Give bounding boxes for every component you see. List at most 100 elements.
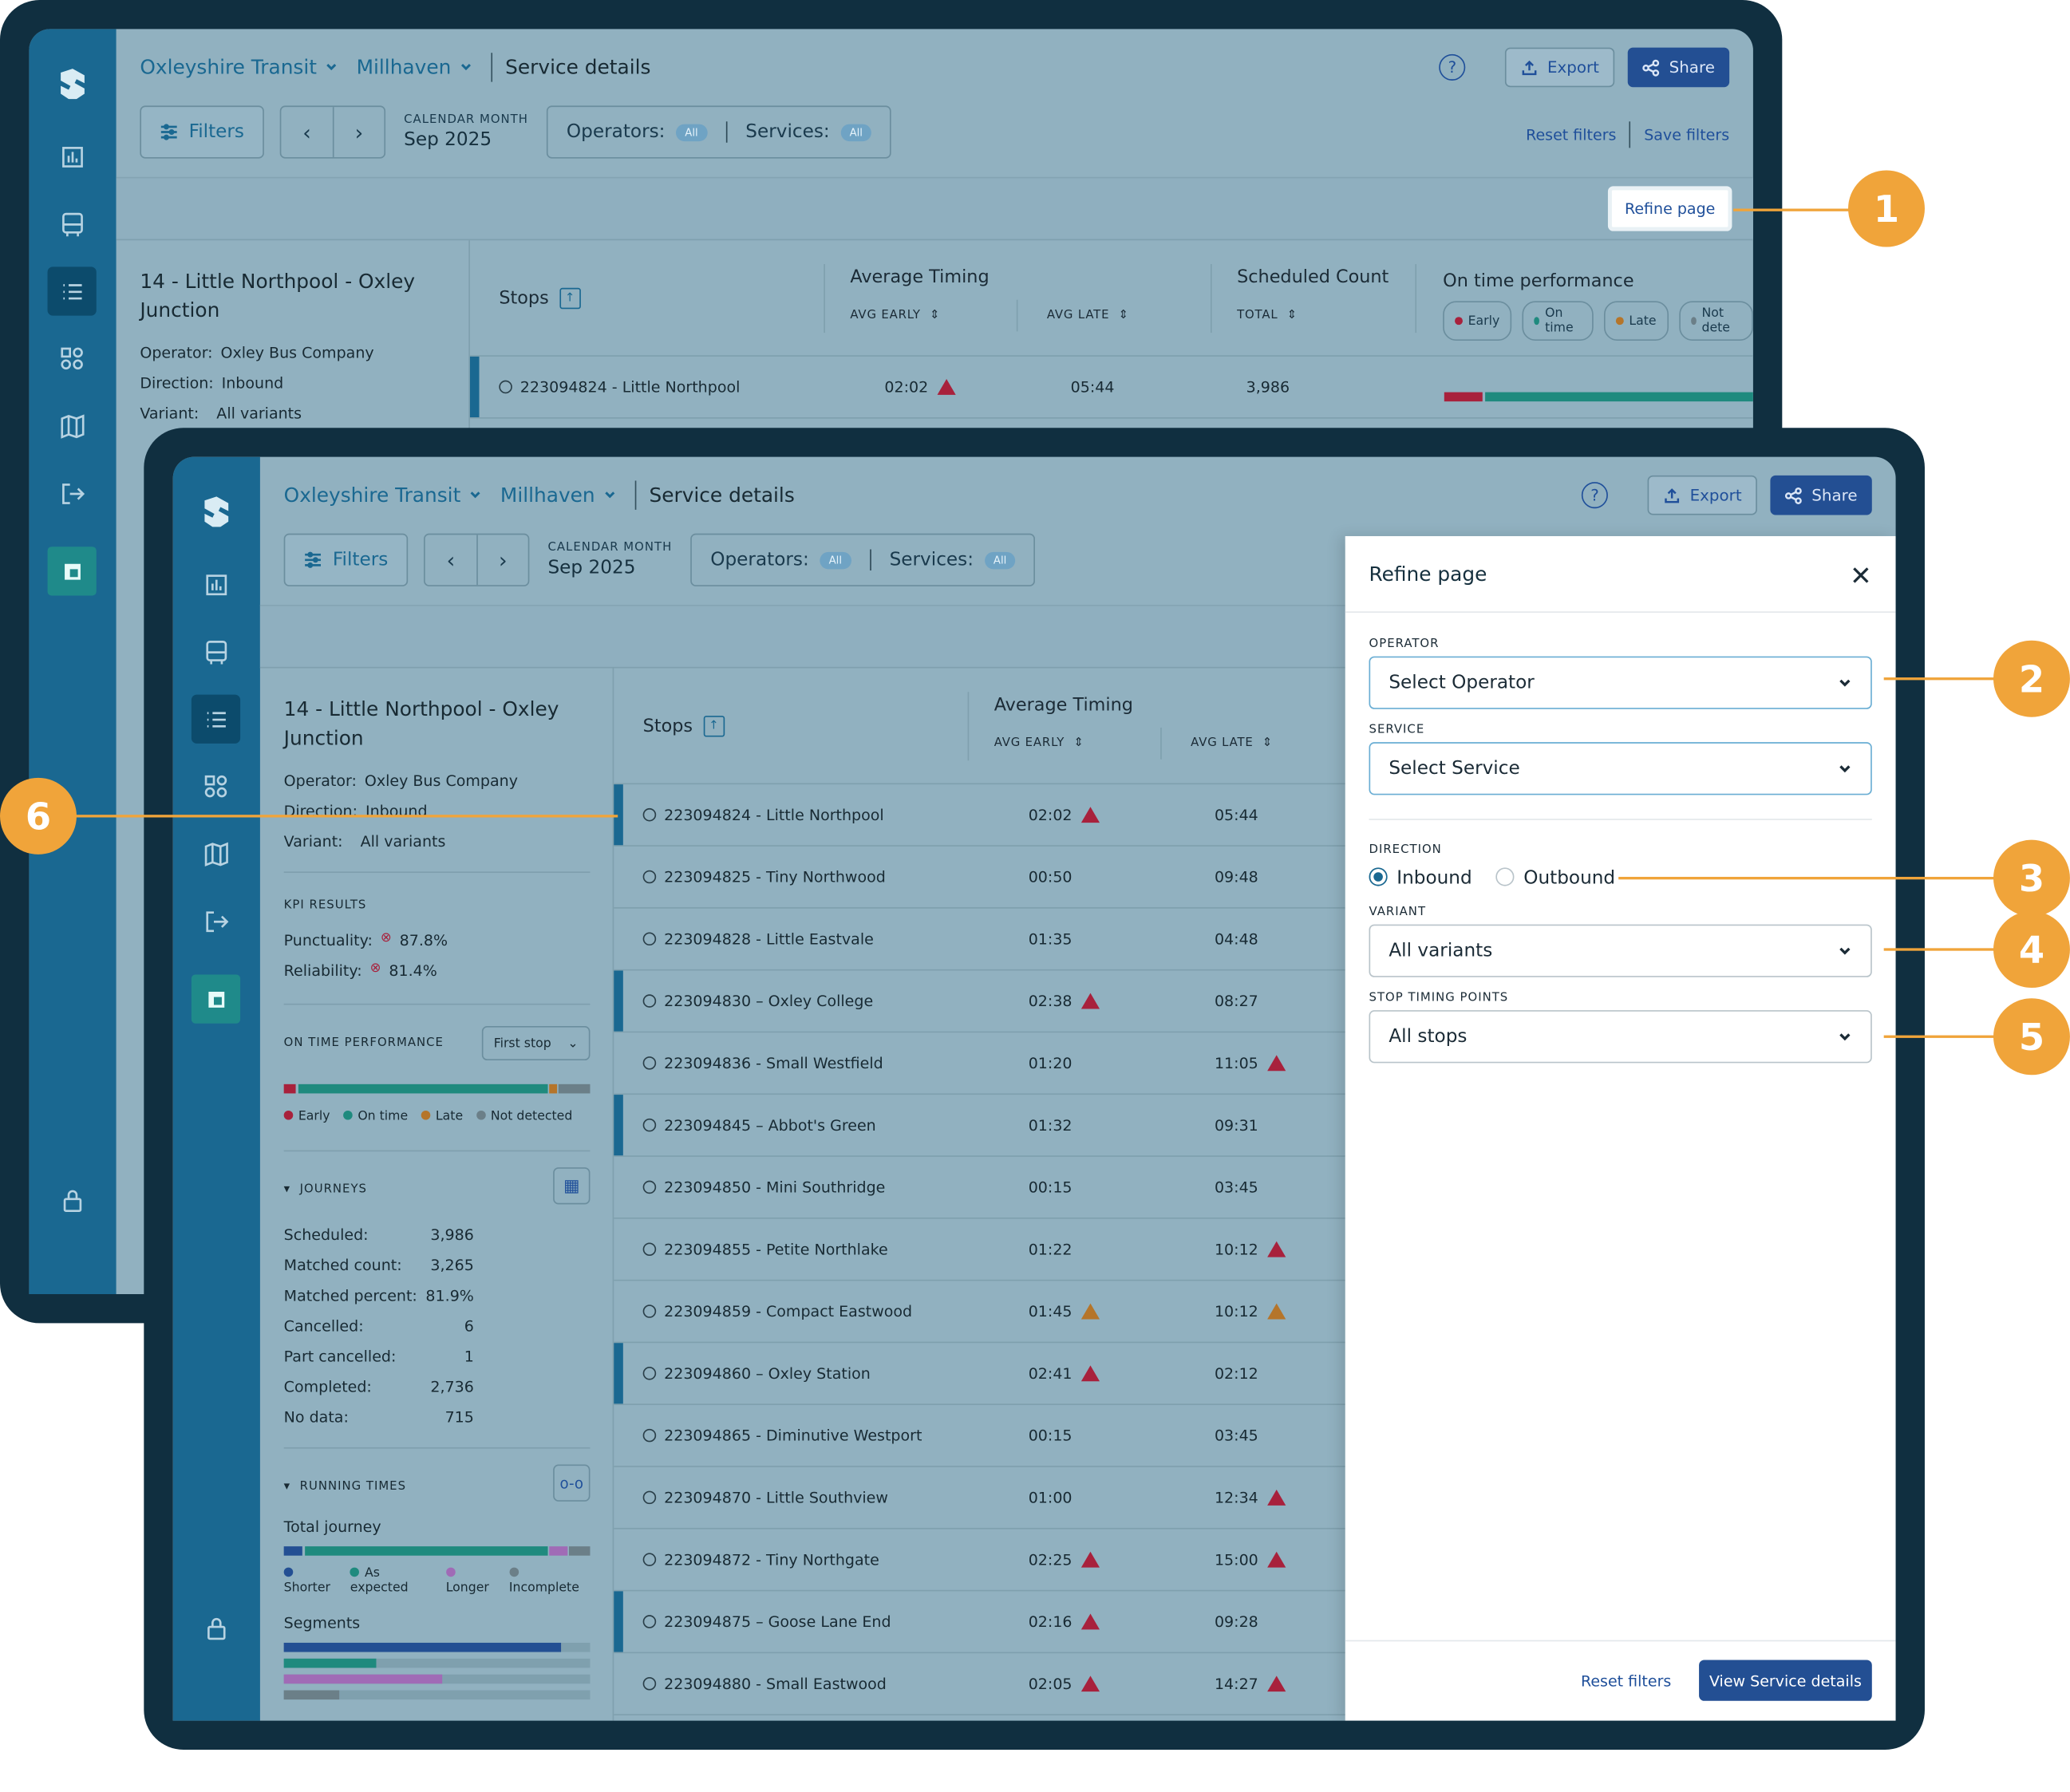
next-icon[interactable]: › — [476, 535, 528, 586]
save-filters-link[interactable]: Save filters — [1644, 125, 1729, 144]
variant-select[interactable]: All variants — [1369, 924, 1872, 977]
operator-select[interactable]: Select Operator — [1369, 656, 1872, 709]
warning-icon — [1267, 1241, 1286, 1257]
ontime-chip[interactable]: On time — [1522, 301, 1594, 341]
notdet-chip[interactable]: Not dete — [1678, 301, 1753, 341]
divider — [1210, 264, 1212, 334]
bus-icon[interactable] — [48, 199, 97, 248]
avg-early-sort[interactable]: AVG EARLY ⇕ — [994, 737, 1084, 751]
help-icon[interactable]: ? — [1581, 482, 1609, 509]
avg-timing-header: Average Timing — [994, 694, 1133, 716]
lock-icon[interactable] — [192, 1603, 240, 1652]
export-button[interactable]: Export — [1505, 47, 1615, 88]
map-icon[interactable] — [192, 829, 240, 878]
operator-service-filter[interactable]: Operators: All Services: All — [690, 533, 1036, 586]
area-dropdown[interactable]: Millhaven — [357, 56, 472, 79]
area-dropdown[interactable]: Millhaven — [500, 484, 616, 507]
first-stop-label: First stop — [493, 1036, 551, 1051]
chart-icon[interactable] — [48, 132, 97, 181]
avg-late-cell: 04:48 — [1215, 930, 1258, 948]
journey-row: Completed: 2,736 — [284, 1377, 591, 1395]
lock-icon[interactable] — [48, 1175, 97, 1224]
org-dropdown[interactable]: Oxleyshire Transit — [140, 56, 338, 79]
stop-label: 223094865 - Diminutive Westport — [664, 1426, 922, 1445]
table-row[interactable]: 223094824 - Little Northpool 02:02 05:44… — [469, 356, 1753, 419]
service-select[interactable]: Select Service — [1369, 742, 1872, 795]
sort-up-icon[interactable]: ↑ — [559, 287, 581, 310]
sort-up-icon[interactable]: ↑ — [703, 716, 725, 737]
first-stop-select[interactable]: First stop ⌄ — [481, 1026, 591, 1061]
view-service-details-button[interactable]: View Service details — [1699, 1660, 1872, 1701]
punctuality-value: 87.8% — [399, 930, 448, 950]
avg-late-cell: 14:27 — [1215, 1675, 1286, 1693]
avg-early-sort[interactable]: AVG EARLY ⇕ — [850, 309, 940, 322]
late-chip[interactable]: Late — [1603, 301, 1669, 341]
panel-reset-filters-link[interactable]: Reset filters — [1581, 1672, 1671, 1690]
scheduled-count-header: Scheduled Count — [1237, 266, 1389, 288]
chart-icon[interactable] — [192, 560, 240, 609]
inbound-radio[interactable]: Inbound — [1369, 867, 1472, 889]
stop-name: 223094880 - Small Eastwood — [642, 1675, 887, 1693]
filters-button[interactable]: Filters — [283, 533, 409, 586]
avg-late-sort[interactable]: AVG LATE ⇕ — [1191, 737, 1273, 751]
filters-button[interactable]: Filters — [140, 105, 264, 159]
list-icon[interactable] — [47, 266, 97, 316]
total-sort[interactable]: TOTAL ⇕ — [1237, 309, 1298, 322]
operator-service-filter[interactable]: Operators: All Services: All — [547, 105, 892, 159]
logout-icon[interactable] — [48, 469, 97, 518]
stops-header[interactable]: Stops ↑ — [499, 287, 581, 310]
all-badge: All — [820, 551, 851, 569]
avg-early-value: 02:41 — [1028, 1364, 1073, 1383]
stop-timing-select[interactable]: All stops — [1369, 1010, 1872, 1064]
reset-filters-link[interactable]: Reset filters — [1526, 125, 1616, 144]
bus-icon[interactable] — [192, 627, 240, 676]
journey-value: 1 — [464, 1347, 474, 1366]
calendar-month[interactable]: CALENDAR MONTH Sep 2025 — [547, 542, 672, 578]
divider — [967, 692, 970, 761]
stop-name: 223094845 – Abbot's Green — [642, 1116, 876, 1135]
prev-icon[interactable]: ‹ — [425, 535, 477, 585]
app-icon[interactable] — [47, 547, 97, 596]
avg-late-cell: 12:34 — [1215, 1488, 1286, 1506]
export-button[interactable]: Export — [1647, 475, 1758, 515]
stop-icon — [642, 1428, 657, 1443]
stop-icon — [642, 870, 657, 884]
dashboard-icon[interactable] — [48, 334, 97, 383]
refine-page-button[interactable]: Refine page — [1607, 186, 1732, 231]
app-icon[interactable] — [191, 974, 241, 1024]
avg-early-cell: 02:41 — [1029, 1364, 1100, 1383]
map-icon[interactable] — [48, 401, 97, 450]
warning-icon — [1081, 807, 1100, 823]
running-times-header[interactable]: ▾ RUNNING TIMES o-o — [284, 1464, 591, 1518]
org-dropdown[interactable]: Oxleyshire Transit — [284, 484, 482, 507]
area-label: Millhaven — [500, 483, 595, 507]
share-label: Share — [1669, 57, 1715, 77]
share-button[interactable]: Share — [1771, 475, 1872, 515]
share-button[interactable]: Share — [1628, 47, 1730, 88]
stops-header[interactable]: Stops ↑ — [643, 716, 725, 737]
upload-icon — [1522, 59, 1537, 75]
route-icon[interactable]: o-o — [553, 1464, 591, 1502]
logout-icon[interactable] — [192, 897, 240, 945]
help-icon[interactable]: ? — [1439, 53, 1466, 81]
avg-late-cell: 15:00 — [1215, 1550, 1286, 1569]
calendar-label: CALENDAR MONTH — [547, 541, 673, 555]
prev-icon[interactable]: ‹ — [281, 107, 333, 157]
outbound-radio[interactable]: Outbound — [1495, 867, 1615, 889]
avg-late-sort[interactable]: AVG LATE ⇕ — [1047, 309, 1129, 322]
journeys-header[interactable]: ▾ JOURNEYS ▦ — [284, 1167, 591, 1220]
early-chip[interactable]: Early — [1443, 301, 1512, 341]
grid-icon[interactable]: ▦ — [553, 1167, 591, 1205]
warning-icon — [1081, 993, 1100, 1009]
callout-badge: 6 — [0, 777, 77, 855]
calendar-month[interactable]: CALENDAR MONTH Sep 2025 — [404, 113, 528, 150]
list-icon[interactable] — [191, 694, 241, 744]
direction-field-label: DIRECTION — [1369, 843, 1442, 858]
service-card: 14 - Little Northpool - Oxley Junction O… — [283, 695, 591, 1700]
chevron-down-icon — [1839, 764, 1851, 772]
chevron-down-icon — [1839, 946, 1851, 954]
next-icon[interactable]: › — [332, 107, 385, 157]
close-icon[interactable]: ✕ — [1850, 560, 1872, 592]
otp-bar-ontime — [1485, 392, 1753, 402]
dashboard-icon[interactable] — [192, 762, 240, 811]
